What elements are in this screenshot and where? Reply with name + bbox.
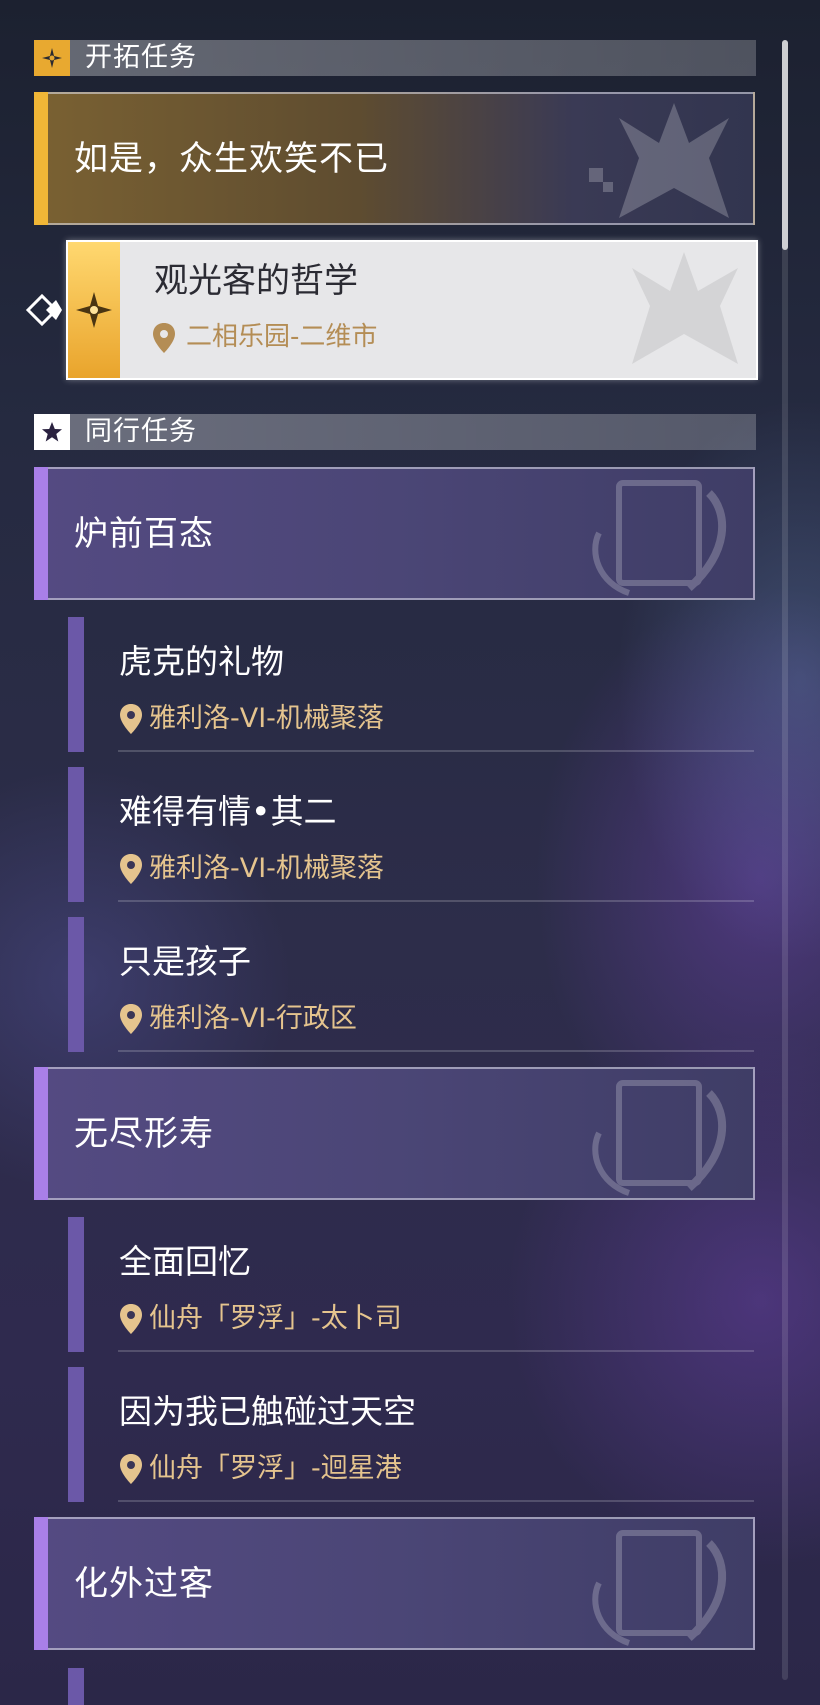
divider [118, 1050, 754, 1052]
task-location: 仙舟「罗浮」-迴星港 [149, 1453, 402, 1484]
quest-title: 如是，众生欢笑不已 [74, 139, 389, 179]
scrollbar-thumb[interactable] [782, 40, 788, 250]
quest-title: 炉前百态 [74, 514, 214, 554]
card-accent [34, 1517, 48, 1650]
quest-title: 化外过客 [74, 1564, 214, 1604]
task-accent [68, 917, 84, 1052]
companion-task-item[interactable]: 全面回忆 仙舟「罗浮」-太卜司 [68, 1217, 754, 1352]
companion-task-item[interactable]: 虎克的礼物 雅利洛-VI-机械聚落 [68, 617, 754, 752]
active-task-location: 二相乐园-二维市 [186, 322, 378, 352]
companion-section-header: 同行任务 [34, 414, 756, 450]
quest-title: 无尽形寿 [74, 1114, 214, 1154]
section-title: 开拓任务 [85, 42, 197, 73]
scrollbar[interactable] [782, 40, 788, 1680]
active-task-card[interactable]: 观光客的哲学 二相乐园-二维市 [66, 240, 758, 380]
companion-quest-card[interactable]: 炉前百态 [34, 467, 755, 600]
task-location: 仙舟「罗浮」-太卜司 [149, 1303, 402, 1334]
task-accent [68, 1367, 84, 1502]
quest-emblem-icon [589, 103, 729, 218]
task-location: 雅利洛-VI-行政区 [149, 1003, 357, 1034]
task-location: 雅利洛-VI-机械聚落 [149, 853, 384, 884]
card-accent [34, 467, 48, 600]
location-pin-icon [120, 1454, 142, 1484]
task-title: 只是孩子 [119, 942, 251, 981]
card-accent [34, 1067, 48, 1200]
book-quill-icon [592, 480, 727, 596]
task-location: 雅利洛-VI-机械聚落 [149, 703, 384, 734]
trailblaze-mission-icon [34, 40, 70, 76]
book-quill-icon [592, 1530, 727, 1646]
tracked-star-icon [76, 292, 112, 328]
companion-quest-card[interactable]: 化外过客 [34, 1517, 755, 1650]
task-title: 难得有情•其二 [119, 792, 337, 831]
trailblaze-section-header: 开拓任务 [34, 40, 756, 76]
companion-mission-icon [34, 414, 70, 450]
active-task-badge [68, 242, 120, 378]
active-task-title: 观光客的哲学 [154, 261, 358, 301]
card-accent [34, 92, 48, 225]
task-accent [68, 767, 84, 902]
companion-task-item[interactable]: 只是孩子 雅利洛-VI-行政区 [68, 917, 754, 1052]
task-title: 虎克的礼物 [119, 642, 284, 681]
task-emblem-icon [632, 252, 738, 364]
task-accent [68, 1217, 84, 1352]
companion-task-item[interactable]: 因为我已触碰过天空 仙舟「罗浮」-迴星港 [68, 1367, 754, 1502]
task-title: 因为我已触碰过天空 [119, 1392, 416, 1431]
divider [118, 1350, 754, 1352]
location-pin-icon [153, 323, 175, 353]
location-pin-icon [120, 854, 142, 884]
location-pin-icon [120, 704, 142, 734]
trailblaze-quest-card[interactable]: 如是，众生欢笑不已 [34, 92, 755, 225]
location-pin-icon [120, 1304, 142, 1334]
task-title: 全面回忆 [119, 1242, 251, 1281]
selected-indicator-icon [25, 293, 62, 327]
companion-task-item[interactable]: 难得有情•其二 雅利洛-VI-机械聚落 [68, 767, 754, 902]
section-title: 同行任务 [85, 416, 197, 447]
book-quill-icon [592, 1080, 727, 1196]
companion-quest-card[interactable]: 无尽形寿 [34, 1067, 755, 1200]
divider [118, 1500, 754, 1502]
divider [118, 750, 754, 752]
divider [118, 900, 754, 902]
location-pin-icon [120, 1004, 142, 1034]
task-accent [68, 1668, 84, 1705]
task-accent [68, 617, 84, 752]
